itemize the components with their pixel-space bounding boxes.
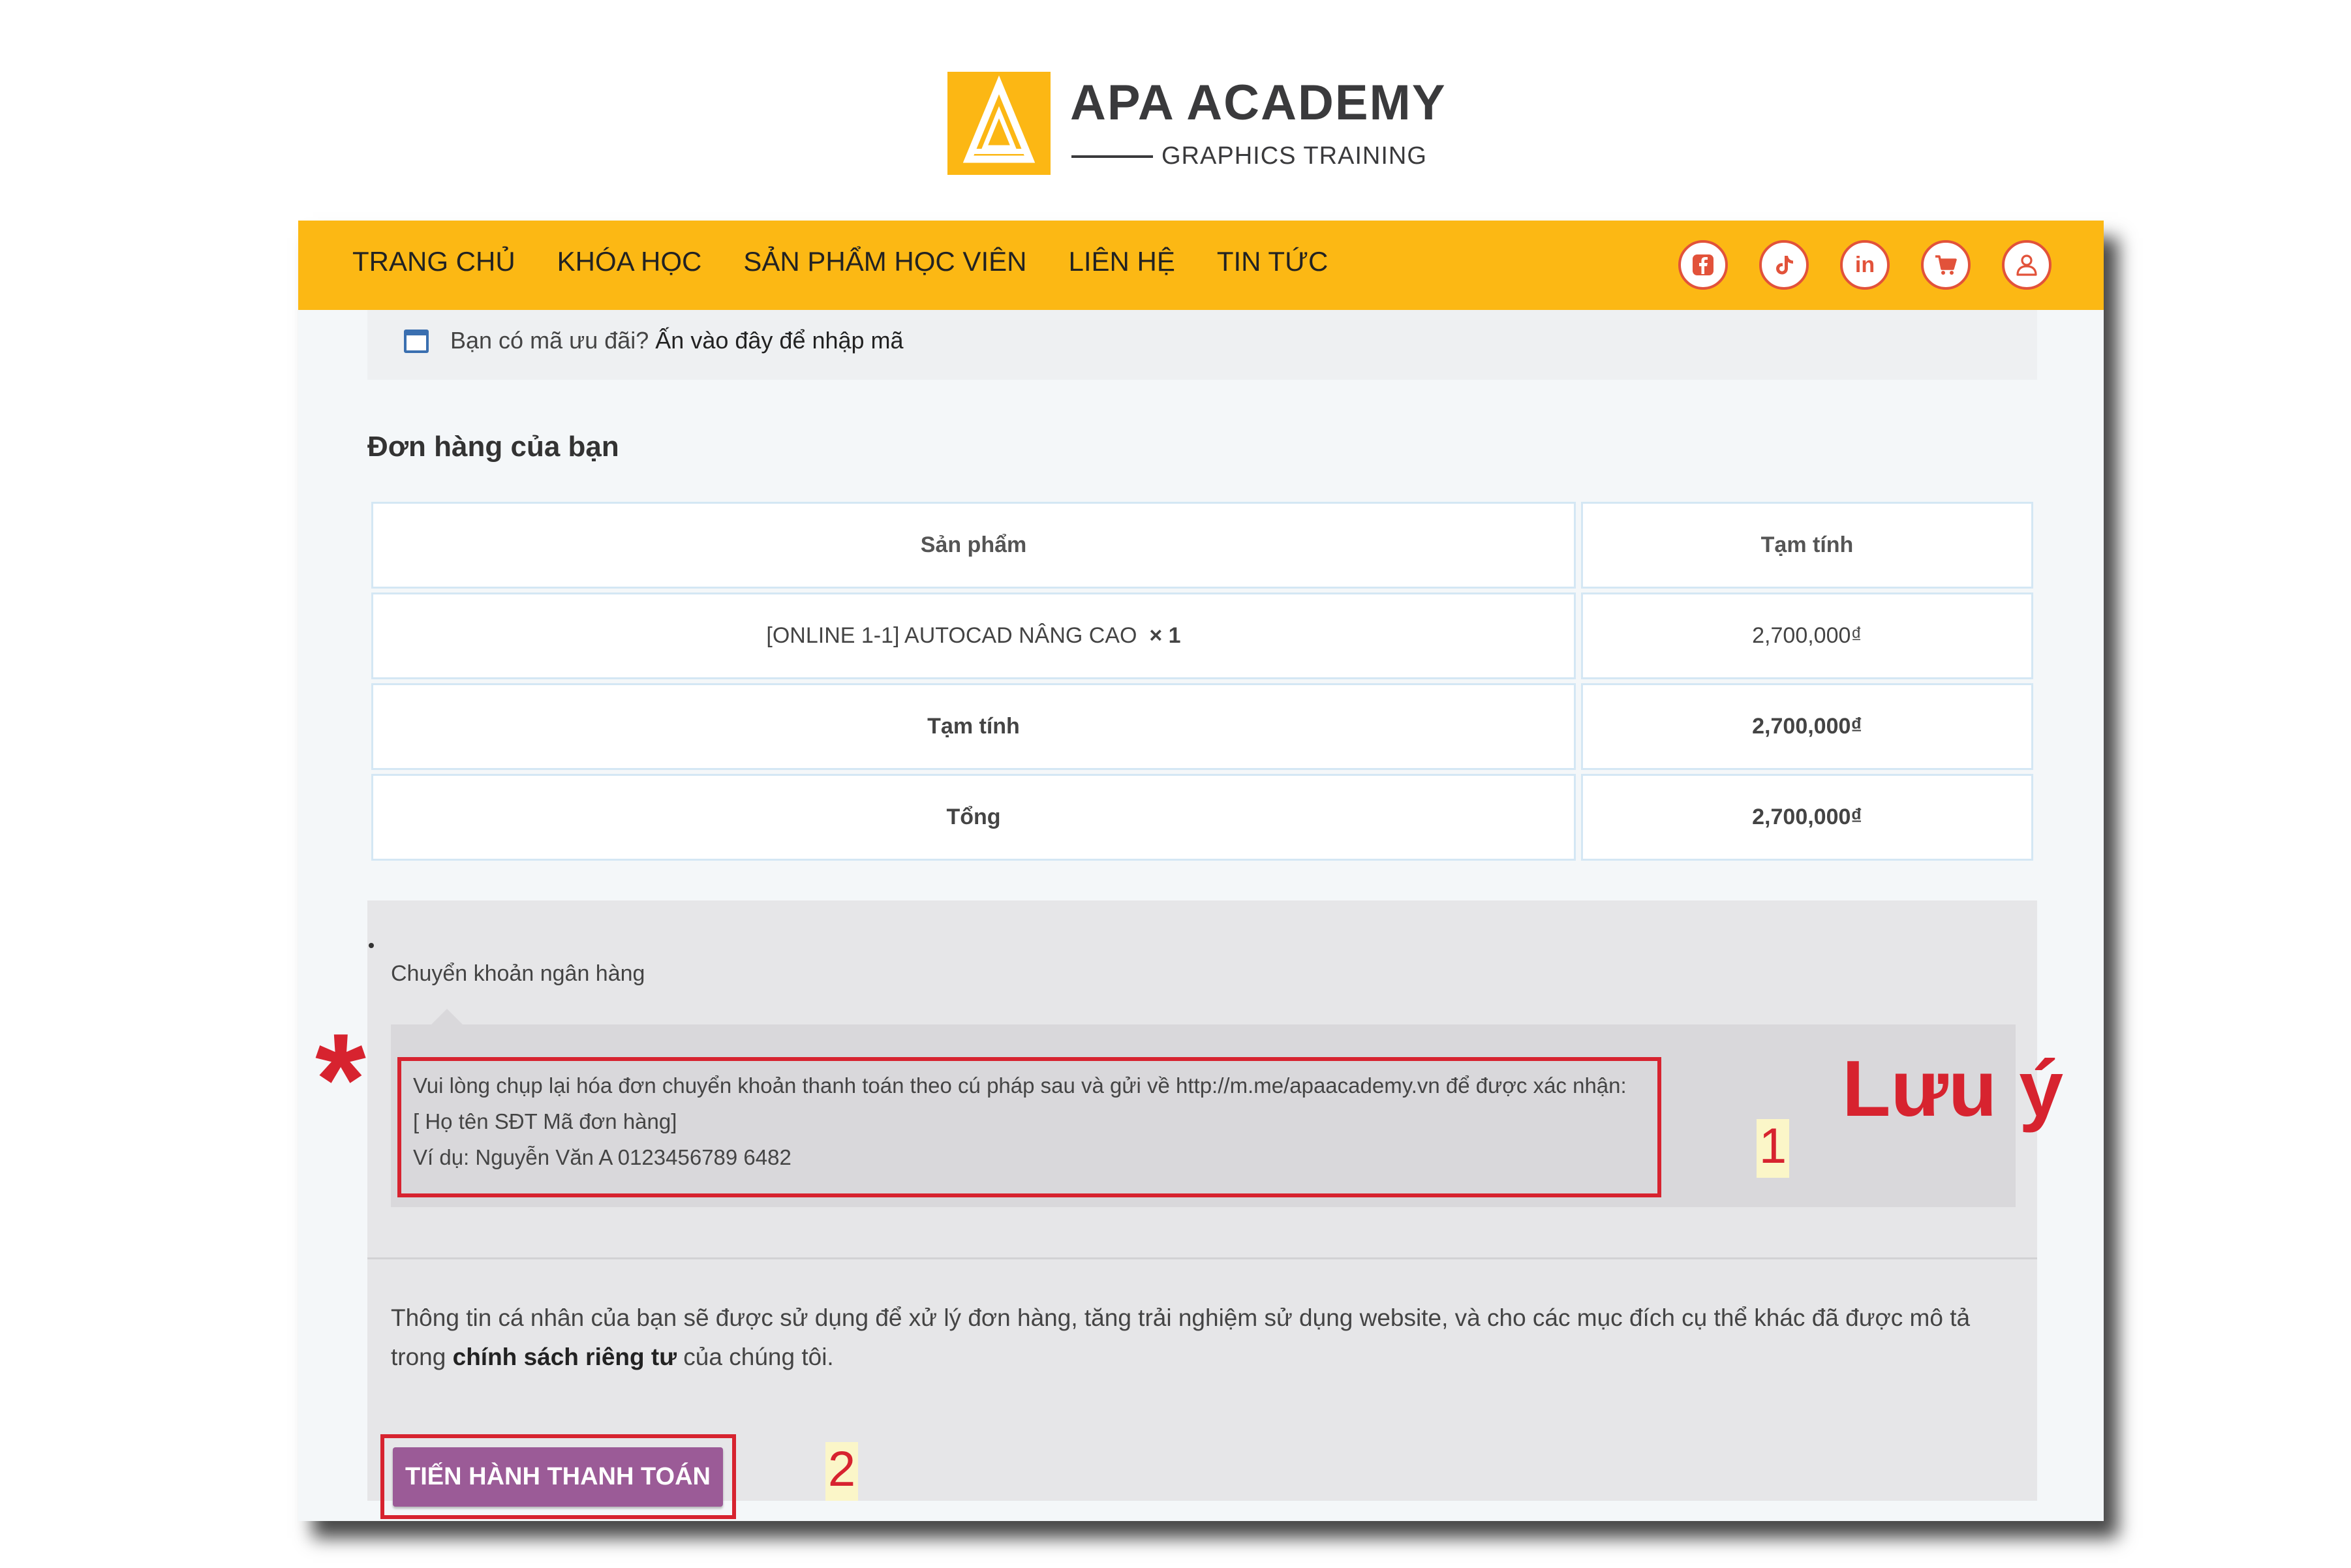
coupon-prompt: Bạn có mã ưu đãi? [450,327,649,354]
place-order-button[interactable]: TIẾN HÀNH THANH TOÁN [393,1447,723,1507]
item-price: 2,700,000₫ [1581,592,2033,679]
section-divider [367,1257,2037,1259]
step-badge-2: 2 [825,1442,858,1501]
menu-item-contact[interactable]: LIÊN HỆ [1068,246,1175,277]
subtotal-label: Tạm tính [371,683,1576,770]
brand-divider [1071,155,1153,158]
brand-name: APA ACADEMY [1070,75,1447,131]
total-label: Tổng [371,774,1576,861]
table-header-product: Sản phẩm [371,502,1576,589]
payment-method-bank-transfer[interactable]: Chuyển khoản ngân hàng [391,961,645,987]
order-table: Sản phẩm Tạm tính [ONLINE 1-1] AUTOCAD N… [367,498,2037,868]
payment-section: Chuyển khoản ngân hàng Vui lòng chụp lại… [315,900,2063,1519]
brand-logo: APA ACADEMY GRAPHICS TRAINING [947,72,1445,176]
note-title-annotation: Lưu ý [1842,1044,2064,1133]
total-value: 2,700,000₫ [1581,774,2033,861]
table-header-subtotal: Tạm tính [1581,502,2033,589]
privacy-policy-link[interactable]: chính sách riêng tư [453,1344,677,1370]
facebook-icon[interactable] [1678,240,1728,290]
user-icon[interactable] [2002,240,2051,290]
nav-icon-group: in [1678,240,2051,290]
table-row-item: [ONLINE 1-1] AUTOCAD NÂNG CAO × 1 [371,592,1576,679]
note-pointer [431,1009,463,1024]
calendar-icon [404,330,429,353]
coupon-text: Bạn có mã ưu đãi? Ấn vào đây để nhập mã [450,327,904,354]
coupon-notice: Bạn có mã ưu đãi? Ấn vào đây để nhập mã [367,310,2037,380]
coupon-link[interactable]: Ấn vào đây để nhập mã [655,327,903,354]
step-badge-1: 1 [1757,1119,1789,1178]
item-name: [ONLINE 1-1] AUTOCAD NÂNG CAO [766,623,1137,648]
linkedin-icon[interactable]: in [1840,240,1890,290]
privacy-suffix: của chúng tôi. [677,1344,834,1370]
order-title: Đơn hàng của bạn [367,431,619,463]
privacy-notice: Thông tin cá nhân của bạn sẽ được sử dụn… [391,1299,2016,1377]
menu-item-courses[interactable]: KHÓA HỌC [557,246,702,277]
note-highlight-box [397,1057,1661,1197]
top-navbar: TRANG CHỦ KHÓA HỌC SẢN PHẨM HỌC VIÊN LIÊ… [298,221,2104,310]
menu-item-news[interactable]: TIN TỨC [1217,246,1328,277]
tiktok-icon[interactable] [1759,240,1809,290]
subtotal-value: 2,700,000₫ [1581,683,2033,770]
brand-tagline: GRAPHICS TRAINING [1161,142,1427,170]
cart-icon[interactable] [1921,240,1971,290]
asterisk-marker: * [315,1007,366,1152]
checkout-page: TRANG CHỦ KHÓA HỌC SẢN PHẨM HỌC VIÊN LIÊ… [298,221,2104,1521]
list-bullet [369,943,374,948]
menu-item-student-products[interactable]: SẢN PHẨM HỌC VIÊN [743,246,1026,277]
main-menu: TRANG CHỦ KHÓA HỌC SẢN PHẨM HỌC VIÊN LIÊ… [352,246,1328,277]
triangle-logo-icon [947,72,1051,175]
menu-item-home[interactable]: TRANG CHỦ [352,246,515,277]
item-qty: × 1 [1149,623,1181,648]
